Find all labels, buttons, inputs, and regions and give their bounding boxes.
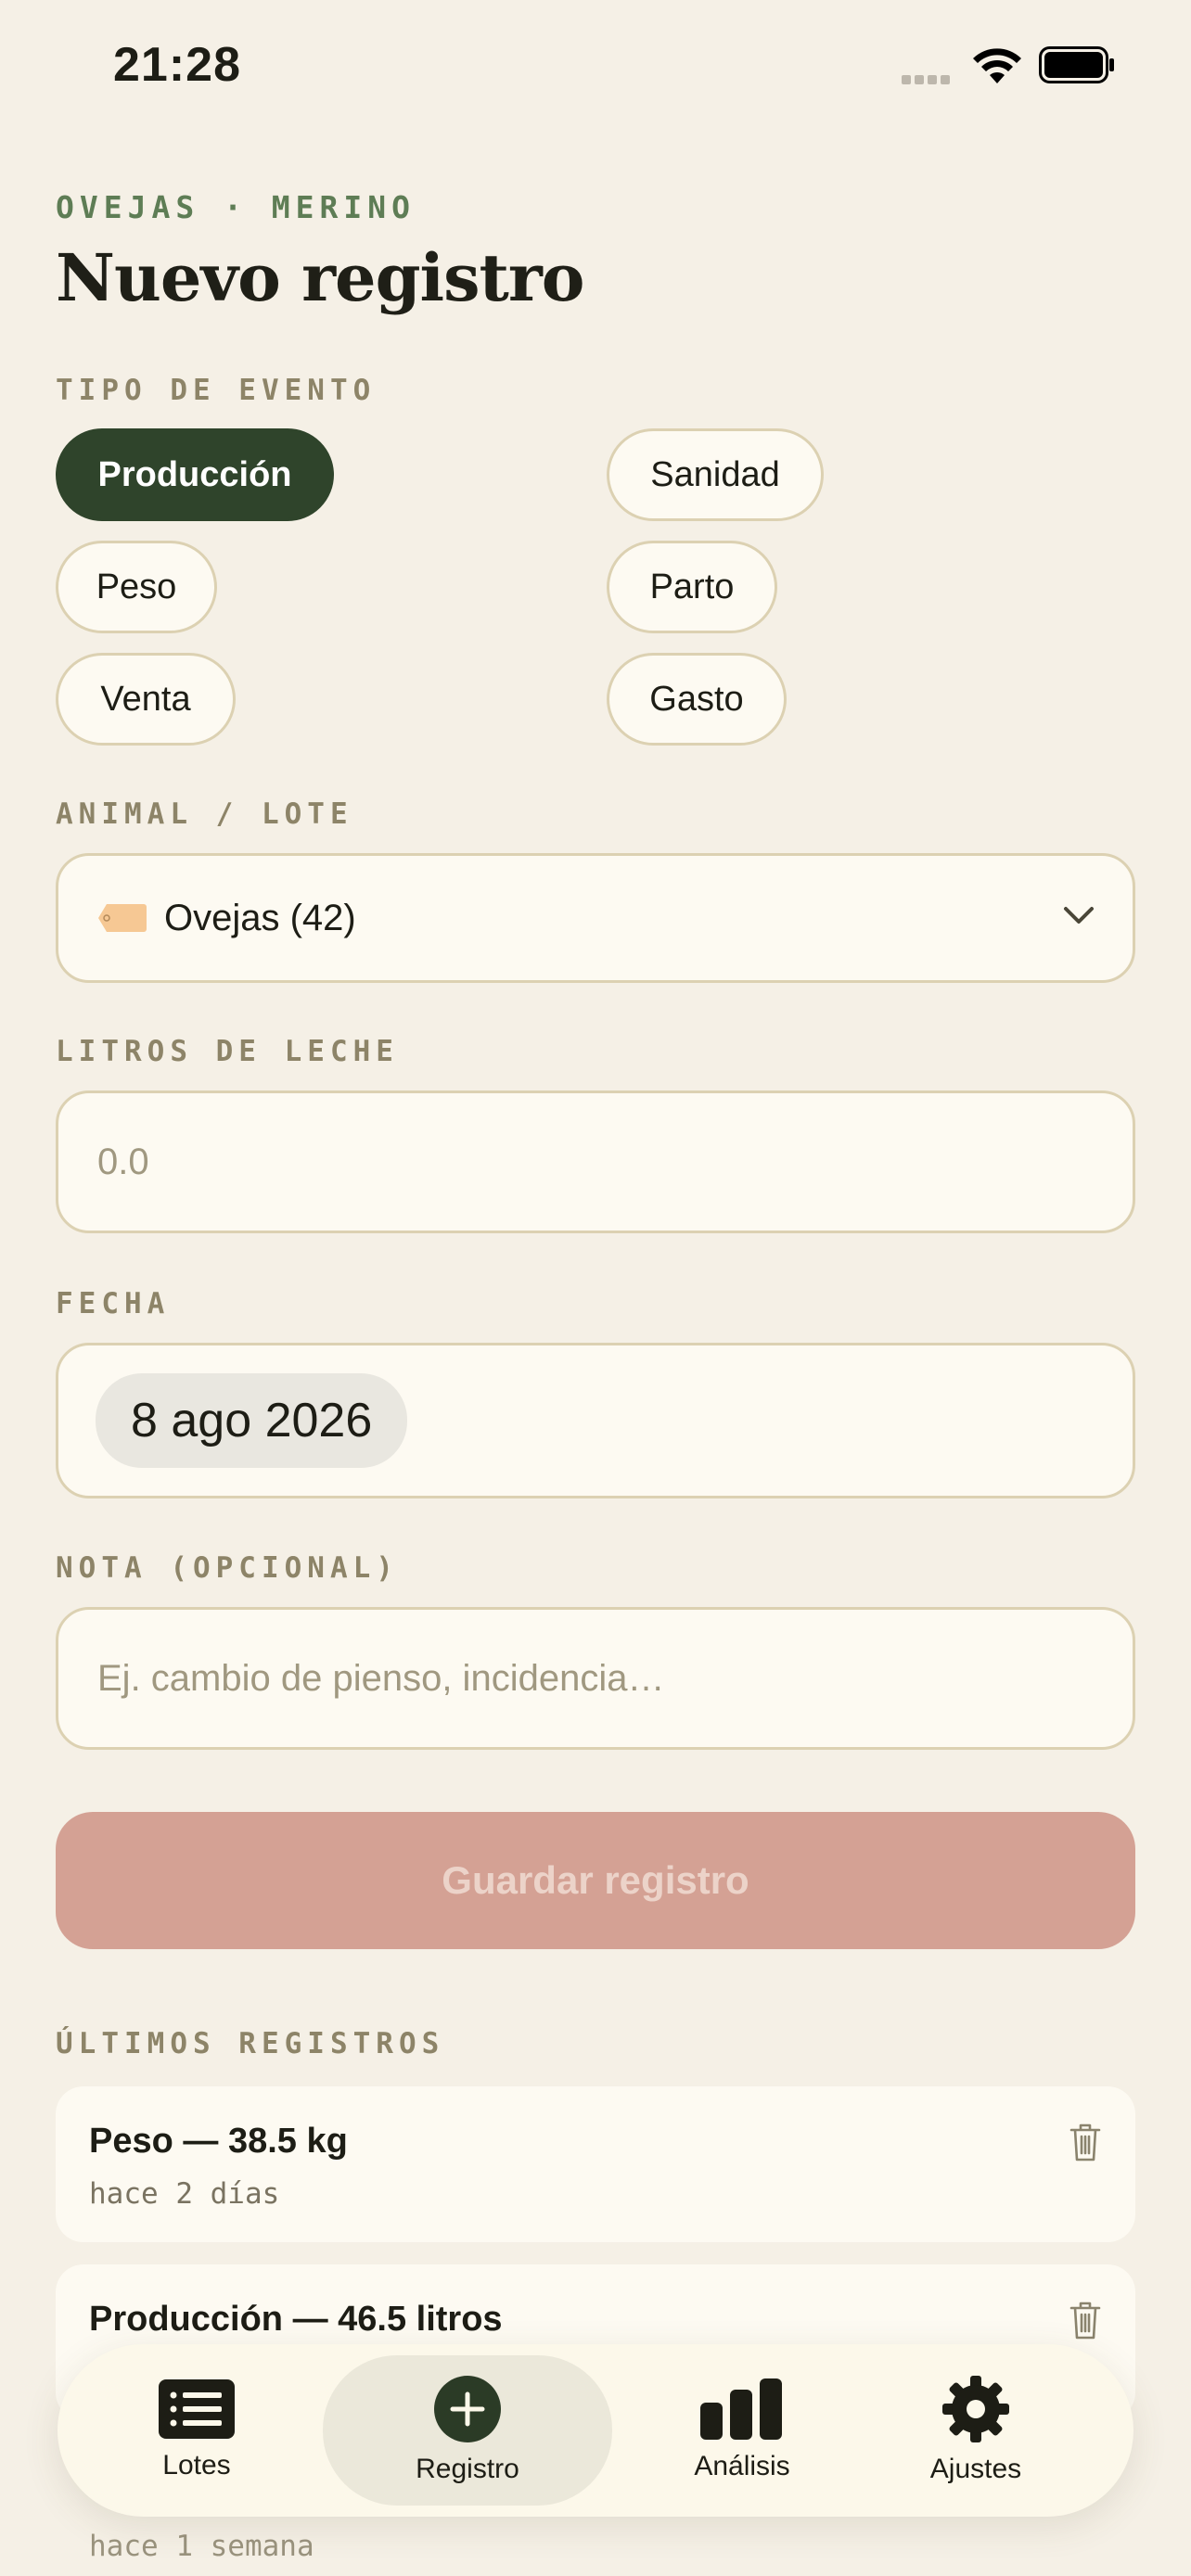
note-label: NOTA (OPCIONAL)	[56, 1551, 399, 1585]
record-title: Producción — 46.5 litros	[89, 2300, 503, 2339]
liters-label: LITROS DE LECHE	[56, 1035, 399, 1068]
animal-select[interactable]: Ovejas (42)	[56, 853, 1135, 983]
battery-icon	[1039, 46, 1114, 83]
animal-label: ANIMAL / LOTE	[56, 797, 353, 831]
tab-lotes[interactable]: Lotes	[95, 2344, 299, 2517]
record-title: Peso — 38.5 kg	[89, 2122, 348, 2161]
chip-peso[interactable]: Peso	[56, 541, 217, 633]
tab-label: Lotes	[162, 2450, 231, 2480]
liters-field[interactable]	[56, 1090, 1135, 1233]
trash-icon[interactable]	[1069, 2122, 1102, 2162]
date-picker[interactable]: 8 ago 2026	[96, 1373, 408, 1468]
bar-chart-icon	[700, 2378, 782, 2440]
tab-label: Registro	[416, 2454, 519, 2484]
chip-venta[interactable]: Venta	[56, 653, 236, 746]
list-icon	[159, 2379, 235, 2439]
page-title: Nuevo registro	[56, 239, 584, 316]
tab-analisis[interactable]: Análisis	[633, 2344, 852, 2517]
recent-label: ÚLTIMOS REGISTROS	[56, 2027, 445, 2060]
breadcrumb: OVEJAS · MERINO	[56, 189, 416, 225]
chip-parto[interactable]: Parto	[607, 541, 777, 633]
save-button[interactable]: Guardar registro	[56, 1812, 1135, 1949]
cellular-signal-icon	[902, 72, 957, 84]
trash-icon[interactable]	[1069, 2300, 1102, 2340]
chip-gasto[interactable]: Gasto	[607, 653, 787, 746]
record-card[interactable]: Peso — 38.5 kg hace 2 días	[56, 2086, 1135, 2242]
note-field[interactable]	[56, 1607, 1135, 1750]
plus-circle-icon	[434, 2376, 501, 2442]
status-bar: 21:28	[0, 0, 1191, 130]
status-time: 21:28	[113, 38, 241, 92]
date-label: FECHA	[56, 1287, 171, 1320]
tab-registro[interactable]: Registro	[323, 2355, 612, 2506]
chevron-down-icon	[1064, 907, 1094, 924]
tag-icon	[98, 904, 147, 932]
chip-sanidad[interactable]: Sanidad	[607, 428, 824, 521]
record-time: hace 1 semana	[89, 2530, 314, 2563]
event-type-label: TIPO DE EVENTO	[56, 374, 377, 407]
note-input[interactable]	[97, 1657, 1071, 1700]
record-time: hace 2 días	[89, 2177, 280, 2211]
wifi-icon	[973, 48, 1021, 83]
tab-label: Ajustes	[929, 2454, 1022, 2484]
liters-input[interactable]	[97, 1141, 1071, 1183]
animal-select-value: Ovejas (42)	[164, 897, 356, 938]
tab-label: Análisis	[694, 2451, 790, 2481]
chip-produccion[interactable]: Producción	[56, 428, 334, 521]
tab-ajustes[interactable]: Ajustes	[874, 2344, 1078, 2517]
tab-bar: Lotes Registro Análisis Ajustes	[58, 2344, 1133, 2517]
gear-icon	[942, 2376, 1009, 2442]
date-field: 8 ago 2026	[56, 1343, 1135, 1498]
